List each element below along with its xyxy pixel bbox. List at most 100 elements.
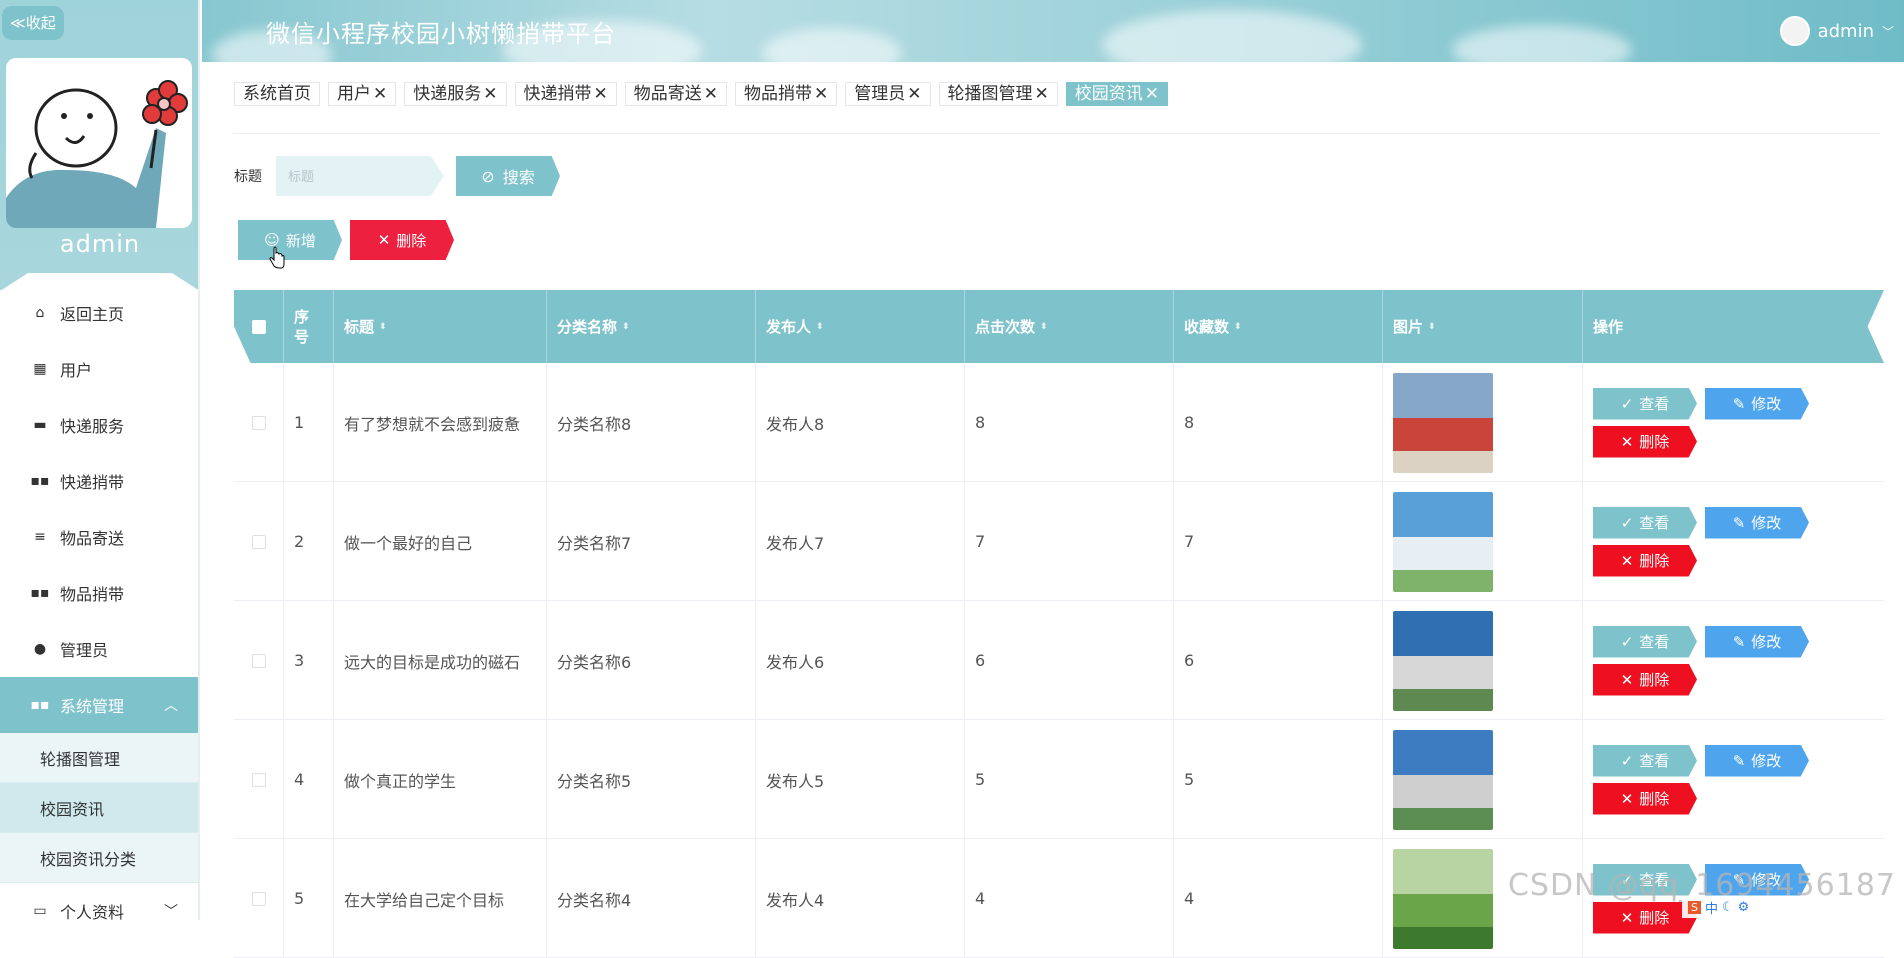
- header-label: 点击次数: [975, 318, 1036, 336]
- view-button[interactable]: ✓ 查看: [1593, 625, 1697, 658]
- row-checkbox[interactable]: [251, 772, 266, 787]
- sidebar-item-admin[interactable]: ● 管理员: [0, 621, 198, 677]
- cell-title: 做一个最好的自己: [334, 482, 547, 601]
- sidebar-item-item-send[interactable]: ≡ 物品寄送: [0, 509, 198, 565]
- batch-delete-button[interactable]: ✕ 删除: [350, 220, 454, 260]
- sort-icon[interactable]: ⬍: [1234, 322, 1242, 332]
- sidebar-item-system[interactable]: ▪▪ 系统管理 ︿: [0, 677, 198, 733]
- sidebar-item-label: 返回主页: [60, 305, 125, 324]
- close-icon[interactable]: ✕: [483, 83, 497, 105]
- news-image[interactable]: [1393, 729, 1493, 830]
- cell-image: [1383, 601, 1583, 720]
- select-all-checkbox[interactable]: [251, 319, 266, 334]
- edit-button[interactable]: ✎ 修改: [1705, 387, 1809, 420]
- chevron-down-icon: ﹀: [164, 904, 178, 920]
- delete-button[interactable]: ✕ 删除: [1593, 425, 1697, 458]
- close-icon[interactable]: ✕: [594, 83, 608, 105]
- header-image[interactable]: 图片 ⬍: [1383, 290, 1583, 363]
- ime-logo-icon: S: [1688, 900, 1701, 914]
- sort-icon[interactable]: ⬍: [379, 322, 387, 332]
- delete-button[interactable]: ✕ 删除: [1593, 544, 1697, 577]
- header-publisher[interactable]: 发布人 ⬍: [756, 290, 965, 363]
- search-button[interactable]: ⊘ 搜索: [456, 156, 560, 196]
- sort-icon[interactable]: ⬍: [1040, 322, 1048, 332]
- tag-home[interactable]: 系统首页: [234, 82, 320, 106]
- sidebar-subitem-carousel[interactable]: 轮播图管理: [0, 733, 198, 783]
- delete-label: 删除: [1639, 433, 1670, 451]
- close-icon[interactable]: ✕: [1035, 83, 1049, 105]
- tag-admin[interactable]: 管理员 ✕: [845, 82, 931, 106]
- news-image[interactable]: [1393, 372, 1493, 473]
- news-image[interactable]: [1393, 491, 1493, 592]
- grid-icon: ▪▪: [30, 473, 50, 489]
- sidebar-item-home[interactable]: ⌂ 返回主页: [0, 285, 198, 341]
- row-checkbox[interactable]: [251, 415, 266, 430]
- cell-image: [1383, 482, 1583, 601]
- sidebar-subitem-news-category[interactable]: 校园资讯分类: [0, 833, 198, 883]
- sort-icon[interactable]: ⬍: [622, 322, 630, 332]
- user-menu[interactable]: admin ﹀: [1779, 16, 1894, 46]
- close-icon[interactable]: ✕: [373, 83, 387, 105]
- search-input[interactable]: [276, 156, 444, 196]
- add-button[interactable]: ☺ 新增: [238, 220, 342, 260]
- sidebar-item-item-carry[interactable]: ▪▪ 物品捎带: [0, 565, 198, 621]
- tag-item-send[interactable]: 物品寄送 ✕: [624, 82, 727, 106]
- sidebar-subitem-campus-news[interactable]: 校园资讯: [0, 783, 198, 833]
- sidebar-item-express-service[interactable]: ▬ 快递服务: [0, 397, 198, 453]
- cell-no: 3: [284, 601, 334, 720]
- tag-carousel[interactable]: 轮播图管理 ✕: [938, 82, 1058, 106]
- delete-label: 删除: [1639, 790, 1670, 808]
- row-checkbox[interactable]: [251, 653, 266, 668]
- edit-button[interactable]: ✎ 修改: [1705, 625, 1809, 658]
- ime-toolbar[interactable]: S 中 ☾ ⚙: [1682, 896, 1904, 918]
- sidebar-avatar: [6, 58, 192, 228]
- tag-label: 轮播图管理: [947, 84, 1033, 104]
- tag-label: 用户: [337, 84, 371, 104]
- cell-title: 在大学给自己定个目标: [334, 839, 547, 958]
- tag-users[interactable]: 用户 ✕: [328, 82, 397, 106]
- pencil-icon: ✎: [1732, 632, 1746, 651]
- view-button[interactable]: ✓ 查看: [1593, 506, 1697, 539]
- collapse-button[interactable]: ≪收起: [2, 6, 64, 40]
- view-button[interactable]: ✓ 查看: [1593, 387, 1697, 420]
- home-icon: ⌂: [35, 305, 45, 321]
- news-image[interactable]: [1393, 610, 1493, 711]
- close-icon[interactable]: ✕: [907, 83, 921, 105]
- header-title[interactable]: 标题 ⬍: [334, 290, 547, 363]
- sidebar-item-profile[interactable]: ▭ 个人资料 ﹀: [0, 883, 198, 920]
- edit-button[interactable]: ✎ 修改: [1705, 506, 1809, 539]
- tag-label: 系统首页: [243, 84, 311, 104]
- view-button[interactable]: ✓ 查看: [1593, 744, 1697, 777]
- add-button-label: 新增: [285, 231, 316, 250]
- row-checkbox[interactable]: [251, 891, 266, 906]
- cell-favorites: 4: [1174, 839, 1383, 958]
- header-category[interactable]: 分类名称 ⬍: [547, 290, 756, 363]
- sidebar: ≪收起 admin ⌂ 返回主页 ▦ 用户 ▬ 快递服务 ▪▪ 快递捎带 ≡ 物…: [0, 0, 200, 920]
- close-icon[interactable]: ✕: [704, 83, 718, 105]
- sidebar-item-users[interactable]: ▦ 用户: [0, 341, 198, 397]
- delete-button[interactable]: ✕ 删除: [1593, 663, 1697, 696]
- tag-campus-news[interactable]: 校园资讯 ✕: [1065, 82, 1168, 106]
- cell-category: 分类名称8: [547, 363, 756, 482]
- row-checkbox[interactable]: [251, 534, 266, 549]
- sort-icon[interactable]: ⬍: [1428, 322, 1436, 332]
- close-icon[interactable]: ✕: [814, 83, 828, 105]
- select-cell: [234, 601, 284, 720]
- tag-item-carry[interactable]: 物品捎带 ✕: [735, 82, 838, 106]
- edit-button[interactable]: ✎ 修改: [1705, 744, 1809, 777]
- sort-icon[interactable]: ⬍: [816, 322, 824, 332]
- news-image[interactable]: [1393, 848, 1493, 949]
- delete-button[interactable]: ✕ 删除: [1593, 782, 1697, 815]
- sidebar-item-label: 系统管理: [60, 697, 125, 716]
- select-cell: [234, 363, 284, 482]
- header-favorites[interactable]: 收藏数 ⬍: [1174, 290, 1383, 363]
- tag-express-carry[interactable]: 快递捎带 ✕: [514, 82, 617, 106]
- sidebar-item-express-carry[interactable]: ▪▪ 快递捎带: [0, 453, 198, 509]
- cell-publisher: 发布人5: [756, 720, 965, 839]
- sidebar-username: admin: [59, 230, 141, 258]
- close-icon: ✕: [1620, 551, 1634, 570]
- close-icon[interactable]: ✕: [1145, 83, 1159, 105]
- header-clicks[interactable]: 点击次数 ⬍: [965, 290, 1174, 363]
- cell-actions: ✓ 查看 ✎ 修改 ✕ 删除: [1583, 363, 1884, 482]
- tag-express-service[interactable]: 快递服务 ✕: [404, 82, 507, 106]
